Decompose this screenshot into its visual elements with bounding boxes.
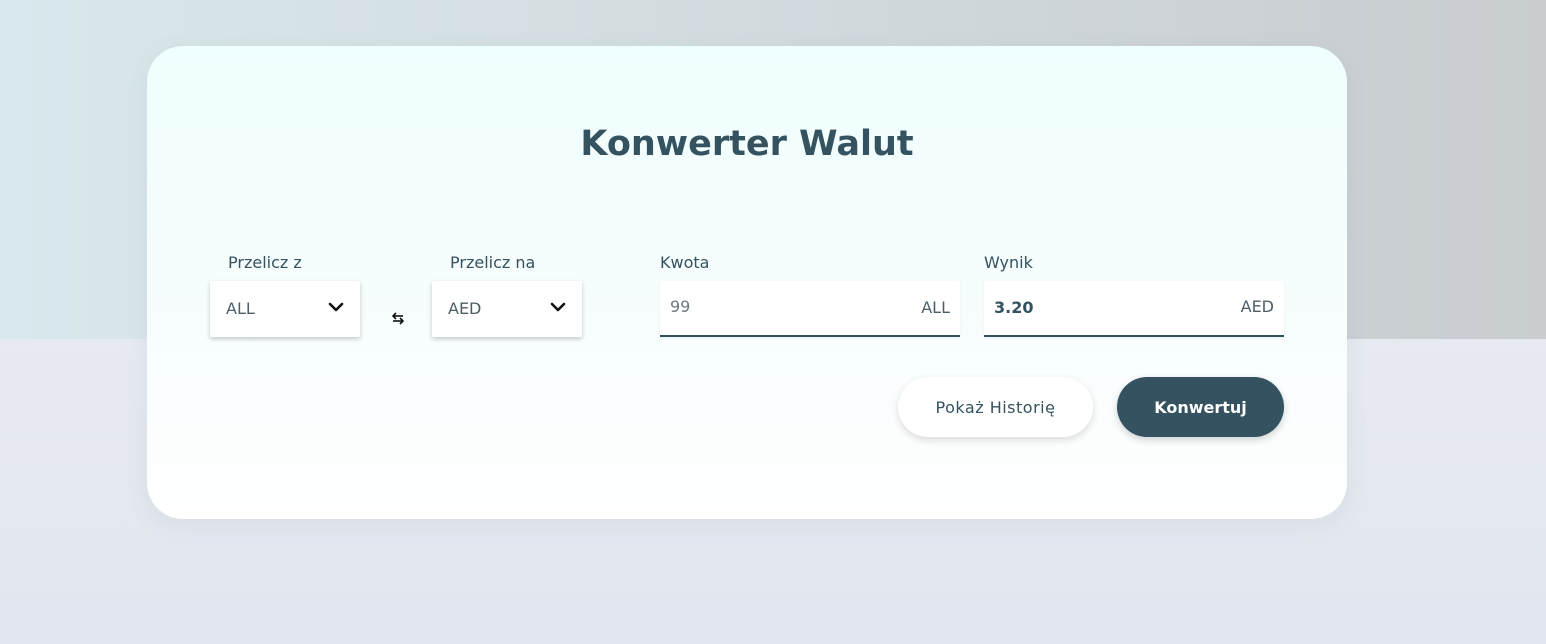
amount-unit: ALL — [921, 298, 950, 317]
to-currency-select[interactable]: AED — [432, 281, 582, 337]
result-label: Wynik — [984, 253, 1033, 272]
from-currency-select[interactable]: ALL — [210, 281, 360, 337]
amount-input[interactable] — [670, 297, 890, 316]
to-currency-value: AED — [448, 299, 482, 318]
result-unit: AED — [1240, 297, 1274, 316]
result-field: 3.20 AED — [984, 281, 1284, 337]
swap-arrows-icon[interactable] — [390, 308, 406, 328]
chevron-down-icon — [328, 302, 344, 312]
chevron-down-icon — [550, 302, 566, 312]
from-currency-label: Przelicz z — [228, 253, 302, 272]
page-title: Konwerter Walut — [580, 124, 914, 164]
to-currency-label: Przelicz na — [450, 253, 536, 272]
show-history-button[interactable]: Pokaż Historię — [898, 377, 1093, 437]
from-currency-value: ALL — [226, 299, 255, 318]
amount-label: Kwota — [660, 253, 710, 272]
convert-button[interactable]: Konwertuj — [1117, 377, 1284, 437]
result-value: 3.20 — [994, 298, 1034, 317]
amount-field: ALL — [660, 281, 960, 337]
